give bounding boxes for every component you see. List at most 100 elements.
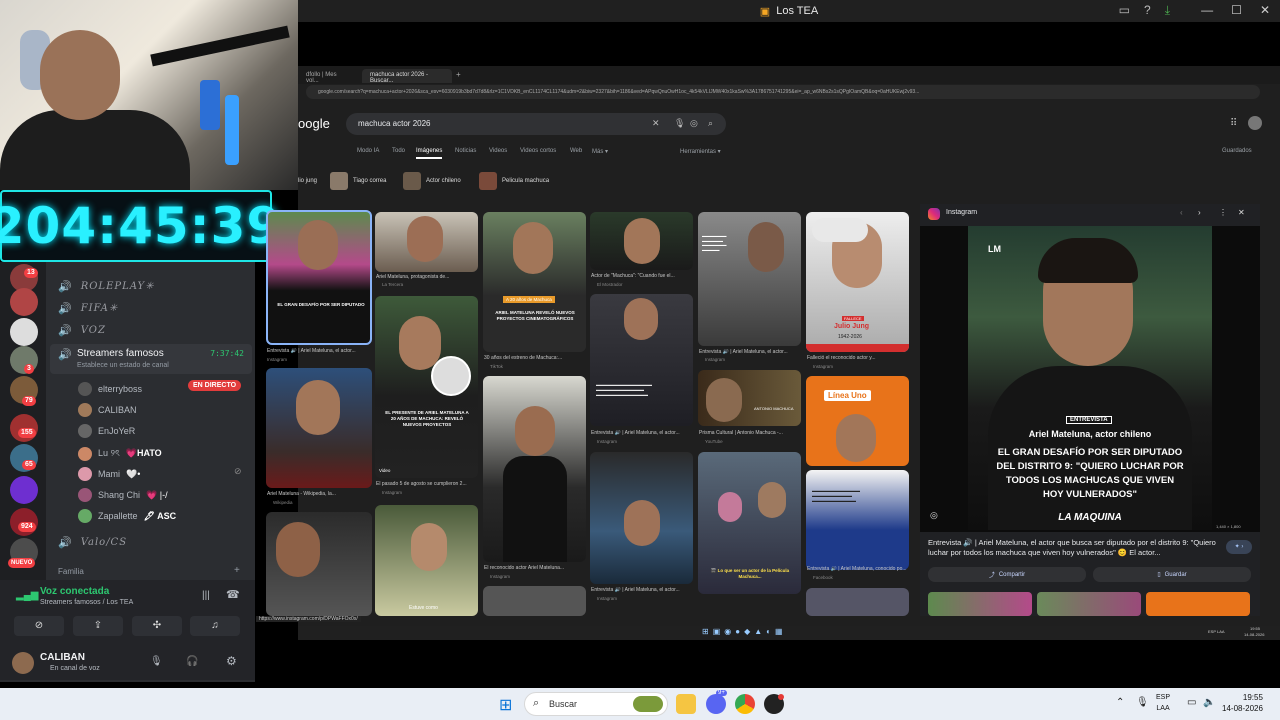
language-indicator[interactable]: ESP LAA xyxy=(1156,692,1170,714)
channel-status[interactable]: Establece un estado de canal xyxy=(77,362,169,369)
image-result[interactable]: 🎬 Lo que ser un actor de la Película Mac… xyxy=(698,452,801,594)
related-image[interactable] xyxy=(1037,592,1141,616)
image-result[interactable]: EL GRAN DESAFÍO POR SER DIPUTADO xyxy=(266,210,372,345)
result-caption[interactable]: Entrevista 🔊 | Ariel Mateluna, conocido … xyxy=(807,566,910,572)
channel-voz[interactable]: 🔊 VOZ xyxy=(58,324,106,337)
file-explorer-icon[interactable] xyxy=(676,694,696,714)
chip-julio-jung[interactable]: lio jung xyxy=(298,170,317,192)
image-result[interactable]: ANTONIO MACHUCA xyxy=(698,370,801,426)
result-caption[interactable]: Falleció el reconocido actor y... xyxy=(807,355,910,361)
channel-fifa[interactable]: 🔊 FIFA✳ xyxy=(58,302,118,315)
next-arrow-icon[interactable]: › xyxy=(1198,208,1201,217)
preview-caption[interactable]: Entrevista 🔊 | Ariel Mateluna, el actor … xyxy=(928,538,1218,558)
account-avatar[interactable] xyxy=(1248,116,1262,130)
voice-user[interactable]: Shang Chi 💗 |-/ xyxy=(78,488,168,502)
image-result[interactable] xyxy=(590,452,693,584)
tab-mas[interactable]: Más ▾ xyxy=(592,148,608,155)
result-caption[interactable]: Entrevista 🔊 | Ariel Mateluna, el actor.… xyxy=(591,430,694,436)
result-caption[interactable]: Entrevista 🔊 | Ariel Mateluna, el actor.… xyxy=(267,348,373,354)
save-button[interactable]: ▯ Guardar xyxy=(1093,567,1251,582)
chrome-icon[interactable] xyxy=(735,694,755,714)
search-icon[interactable]: ⌕ xyxy=(708,118,713,129)
minimize-button[interactable]: — xyxy=(1201,3,1213,17)
image-result[interactable] xyxy=(266,368,372,488)
ai-chip[interactable]: ✦ › xyxy=(1226,540,1252,554)
lens-icon[interactable]: ◎ xyxy=(930,510,938,521)
tab-web[interactable]: Web xyxy=(570,148,582,154)
image-result[interactable] xyxy=(483,376,586,562)
close-button[interactable]: ✕ xyxy=(1260,3,1270,17)
result-caption[interactable]: El pasado 5 de agosto se cumplieron 2... xyxy=(376,481,479,487)
tab-modo-ia[interactable]: Modo IA xyxy=(357,148,379,154)
close-preview-icon[interactable]: ✕ xyxy=(1238,208,1245,217)
tab-search[interactable]: machuca actor 2026 - Buscar... xyxy=(362,69,452,84)
settings-icon[interactable]: ⚙ xyxy=(226,654,237,668)
chevron-up-icon[interactable]: ⌃ xyxy=(1116,697,1124,708)
tab-videos[interactable]: Videos xyxy=(489,148,507,154)
preview-source[interactable]: Instagram xyxy=(946,209,977,216)
image-result[interactable]: Línea Uno xyxy=(806,376,909,466)
image-result[interactable]: EL PRESENTE DE ARIEL MATELUNA A 20 AÑOS … xyxy=(375,296,478,478)
voice-user[interactable]: EnJoYeR xyxy=(78,424,135,438)
result-caption[interactable]: Ariel Mateluna - Wikipedia, la... xyxy=(267,491,373,497)
chip-pelicula-machuca[interactable]: Pelicula machuca xyxy=(479,170,549,192)
image-result[interactable] xyxy=(266,512,372,616)
google-logo[interactable]: oogle xyxy=(298,116,330,131)
related-image[interactable] xyxy=(928,592,1032,616)
lens-icon[interactable]: ◎ xyxy=(690,118,698,129)
tools-menu[interactable]: Herramientas ▾ xyxy=(680,148,721,155)
user-avatar[interactable] xyxy=(12,652,34,674)
chip-tiago-correa[interactable]: Tiago correa xyxy=(330,170,386,192)
disconnect-icon[interactable]: ☎ xyxy=(226,588,240,601)
discord-icon[interactable] xyxy=(706,694,726,714)
tab-videos-cortos[interactable]: Videos cortos xyxy=(520,148,556,154)
share-button[interactable]: ⤴ Compartir xyxy=(928,567,1086,582)
preview-image[interactable]: LM ENTREVISTA Ariel Mateluna, actor chil… xyxy=(968,226,1212,530)
image-result[interactable]: A 20 años de Machuca ARIEL MATELUNA REVE… xyxy=(483,212,586,352)
server-icon[interactable] xyxy=(10,318,38,346)
user-panel-name[interactable]: CALIBAN xyxy=(40,652,85,663)
result-caption[interactable]: Prisma Cultural | Antonio Machuca -... xyxy=(699,430,802,436)
volume-icon[interactable]: 🔈 xyxy=(1203,697,1215,708)
result-caption[interactable]: Ariel Mateluna, protagonista de... xyxy=(376,274,479,280)
image-result[interactable] xyxy=(483,586,586,616)
server-icon[interactable] xyxy=(10,476,38,504)
prev-arrow-icon[interactable]: ‹ xyxy=(1180,208,1183,217)
screen-icon[interactable]: ▭ xyxy=(1119,3,1130,18)
camera-off-button[interactable]: ⊘ xyxy=(14,616,64,636)
tab-mes-vol[interactable]: dfollo | Mes vol... xyxy=(298,69,358,84)
system-clock[interactable]: 19:55 14-08-2026 xyxy=(1222,692,1263,714)
activities-button[interactable]: ✣ xyxy=(132,616,182,636)
image-result[interactable]: FALLECE Julio Jung 1942-2026 xyxy=(806,212,909,352)
noise-icon[interactable]: ||| xyxy=(202,590,210,601)
result-caption[interactable]: Entrevista 🔊 | Ariel Mateluna, el actor.… xyxy=(699,349,802,355)
more-options-icon[interactable]: ⋮ xyxy=(1219,208,1227,217)
headphones-icon[interactable]: 🎧 xyxy=(186,656,198,667)
tab-noticias[interactable]: Noticias xyxy=(455,148,476,154)
result-caption[interactable]: El reconocido actor Ariel Mateluna... xyxy=(484,565,587,571)
image-result[interactable]: ▬▬▬▬▬▬▬▬▬▬▬▬ ▬▬▬▬▬▬▬▬▬▬ ▬▬▬▬▬▬▬▬▬▬▬ xyxy=(806,470,909,570)
maximize-button[interactable]: ☐ xyxy=(1231,3,1242,17)
network-icon[interactable]: ▭ xyxy=(1187,697,1196,708)
start-button[interactable]: ⊞ xyxy=(499,695,512,715)
chip-actor-chileno[interactable]: Actor chileno xyxy=(403,170,461,192)
download-icon[interactable]: ⤓ xyxy=(1165,3,1170,18)
search-input[interactable]: machuca actor 2026 ✕ 🎙 ◎ ⌕ xyxy=(346,113,726,135)
add-channel-icon[interactable]: + xyxy=(234,565,240,576)
apps-icon[interactable]: ⠿ xyxy=(1230,118,1237,129)
voice-user[interactable]: Mami 🤍• xyxy=(78,467,140,481)
mic-tray-icon[interactable]: 🎙 xyxy=(1136,697,1149,708)
voice-location[interactable]: Streamers famosos / Los TEA xyxy=(40,599,133,606)
active-channel[interactable]: 🔊 Streamers famosos 7:37:42 Establece un… xyxy=(50,344,252,374)
mic-icon[interactable]: 🎙 xyxy=(674,118,685,129)
taskbar-search[interactable]: ⌕ Buscar xyxy=(524,692,668,716)
soundboard-button[interactable]: ♫ xyxy=(190,616,240,636)
related-image[interactable] xyxy=(1146,592,1250,616)
image-result[interactable] xyxy=(590,212,693,270)
image-result[interactable]: Estuve como xyxy=(375,505,478,616)
channel-valo-cs[interactable]: 🔊 Valo/CS xyxy=(58,536,127,549)
screen-share-button[interactable]: ⇪ xyxy=(73,616,123,636)
result-caption[interactable]: Actor de "Machuca": "Cuando fue el... xyxy=(591,273,694,279)
channel-roleplay[interactable]: 🔊 ROLEPLAY✳ xyxy=(58,280,155,293)
saved-link[interactable]: Guardados xyxy=(1222,148,1252,154)
